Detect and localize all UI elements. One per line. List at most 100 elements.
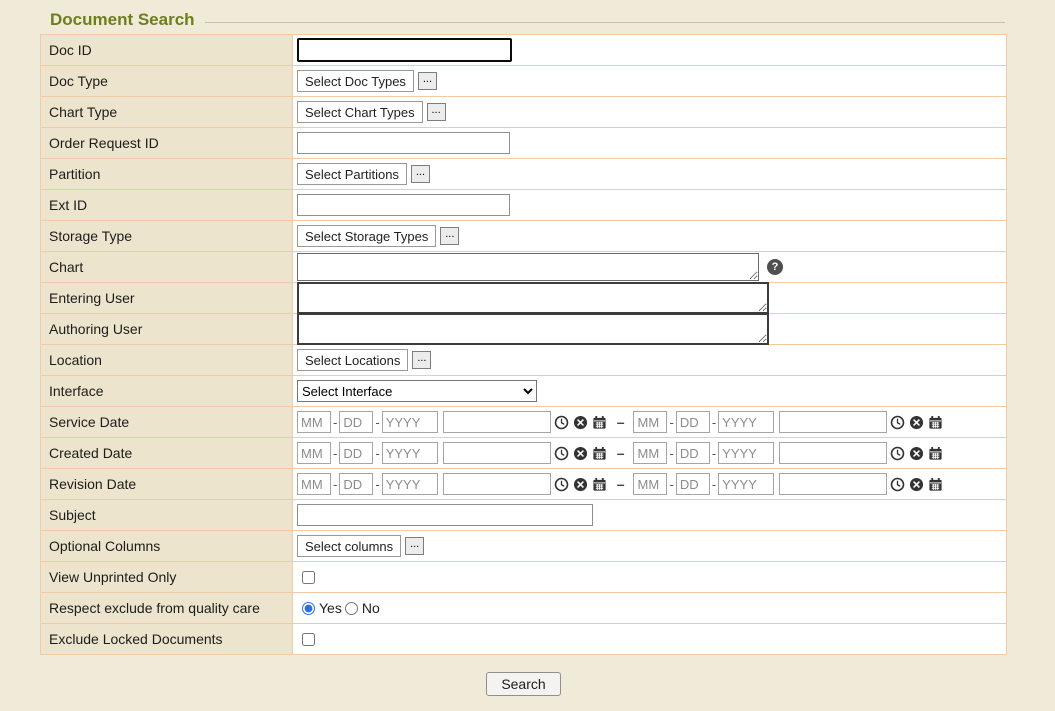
day-input[interactable] [339, 473, 373, 495]
calendar-icon[interactable] [591, 445, 608, 462]
quality-care-no-radio[interactable] [345, 602, 358, 615]
chart-type-more-button[interactable]: ... [427, 103, 446, 121]
divider [205, 22, 1005, 23]
calendar-icon[interactable] [927, 414, 944, 431]
clear-icon[interactable] [572, 476, 589, 493]
partition-more-button[interactable]: ... [411, 165, 430, 183]
service-date-field: - - – - - [293, 407, 1006, 437]
clock-icon[interactable] [889, 445, 906, 462]
view-unprinted-checkbox[interactable] [302, 571, 315, 584]
location-more-button[interactable]: ... [412, 351, 431, 369]
date-entry-group: - - [297, 411, 608, 433]
select-doc-types-button[interactable]: Select Doc Types [297, 70, 414, 92]
month-input[interactable] [633, 473, 667, 495]
quality-care-yes-radio[interactable] [302, 602, 315, 615]
order-request-id-field [293, 128, 1006, 158]
search-bar: Search [40, 672, 1007, 696]
ext-id-field [293, 190, 1006, 220]
search-button[interactable]: Search [486, 672, 560, 696]
ext-id-input[interactable] [297, 194, 510, 216]
order-request-id-input[interactable] [297, 132, 510, 154]
select-partitions-button[interactable]: Select Partitions [297, 163, 407, 185]
chart-type-label: Chart Type [41, 97, 293, 127]
year-input[interactable] [718, 442, 774, 464]
day-input[interactable] [676, 442, 710, 464]
select-locations-button[interactable]: Select Locations [297, 349, 408, 371]
form-row-doc-type: Doc Type Select Doc Types ... [41, 66, 1006, 97]
storage-type-field: Select Storage Types ... [293, 221, 1006, 251]
chart-textarea[interactable] [297, 253, 759, 281]
panel-header: Document Search [40, 8, 1007, 34]
clear-icon[interactable] [908, 445, 925, 462]
month-input[interactable] [633, 442, 667, 464]
time-input[interactable] [443, 473, 551, 495]
interface-select[interactable]: Select Interface [297, 380, 537, 402]
day-input[interactable] [339, 411, 373, 433]
date-hyphen: - [669, 415, 673, 430]
clock-icon[interactable] [553, 445, 570, 462]
form-row-subject: Subject [41, 500, 1006, 531]
clock-icon[interactable] [889, 414, 906, 431]
time-input[interactable] [443, 411, 551, 433]
calendar-icon[interactable] [927, 445, 944, 462]
month-input[interactable] [633, 411, 667, 433]
form-row-doc-id: Doc ID [41, 35, 1006, 66]
date-entry-group: - - [633, 411, 944, 433]
date-hyphen: - [333, 477, 337, 492]
clock-icon[interactable] [553, 414, 570, 431]
time-input[interactable] [779, 442, 887, 464]
doc-id-label: Doc ID [41, 35, 293, 65]
date-hyphen: - [712, 446, 716, 461]
doc-id-input[interactable] [297, 38, 512, 62]
revision-date-field: - - – - - [293, 469, 1006, 499]
calendar-icon[interactable] [591, 414, 608, 431]
subject-field [293, 500, 1006, 530]
partition-field: Select Partitions ... [293, 159, 1006, 189]
year-input[interactable] [718, 473, 774, 495]
clock-icon[interactable] [553, 476, 570, 493]
date-entry-group: - - [633, 442, 944, 464]
authoring-user-label: Authoring User [41, 314, 293, 344]
help-icon[interactable]: ? [767, 259, 783, 275]
date-range-separator: – [617, 445, 625, 461]
optional-columns-more-button[interactable]: ... [405, 537, 424, 555]
doc-type-more-button[interactable]: ... [418, 72, 437, 90]
time-input[interactable] [443, 442, 551, 464]
year-input[interactable] [382, 442, 438, 464]
form-row-order-request-id: Order Request ID [41, 128, 1006, 159]
select-columns-button[interactable]: Select columns [297, 535, 401, 557]
day-input[interactable] [676, 473, 710, 495]
time-input[interactable] [779, 473, 887, 495]
year-input[interactable] [382, 473, 438, 495]
clear-icon[interactable] [572, 414, 589, 431]
day-input[interactable] [339, 442, 373, 464]
service-date-label: Service Date [41, 407, 293, 437]
entering-user-textarea[interactable] [297, 282, 769, 314]
month-input[interactable] [297, 411, 331, 433]
calendar-icon[interactable] [927, 476, 944, 493]
day-input[interactable] [676, 411, 710, 433]
created-date-label: Created Date [41, 438, 293, 468]
year-input[interactable] [382, 411, 438, 433]
time-input[interactable] [779, 411, 887, 433]
clear-icon[interactable] [908, 476, 925, 493]
form-row-chart: Chart ? [41, 252, 1006, 283]
authoring-user-textarea[interactable] [297, 313, 769, 345]
clock-icon[interactable] [889, 476, 906, 493]
month-input[interactable] [297, 473, 331, 495]
calendar-icon[interactable] [591, 476, 608, 493]
month-input[interactable] [297, 442, 331, 464]
date-hyphen: - [712, 477, 716, 492]
date-hyphen: - [375, 446, 379, 461]
subject-input[interactable] [297, 504, 593, 526]
select-storage-types-button[interactable]: Select Storage Types [297, 225, 436, 247]
clear-icon[interactable] [572, 445, 589, 462]
storage-type-more-button[interactable]: ... [440, 227, 459, 245]
chart-field: ? [293, 252, 1006, 282]
exclude-locked-checkbox[interactable] [302, 633, 315, 646]
clear-icon[interactable] [908, 414, 925, 431]
select-chart-types-button[interactable]: Select Chart Types [297, 101, 423, 123]
doc-type-label: Doc Type [41, 66, 293, 96]
optional-columns-field: Select columns ... [293, 531, 1006, 561]
year-input[interactable] [718, 411, 774, 433]
